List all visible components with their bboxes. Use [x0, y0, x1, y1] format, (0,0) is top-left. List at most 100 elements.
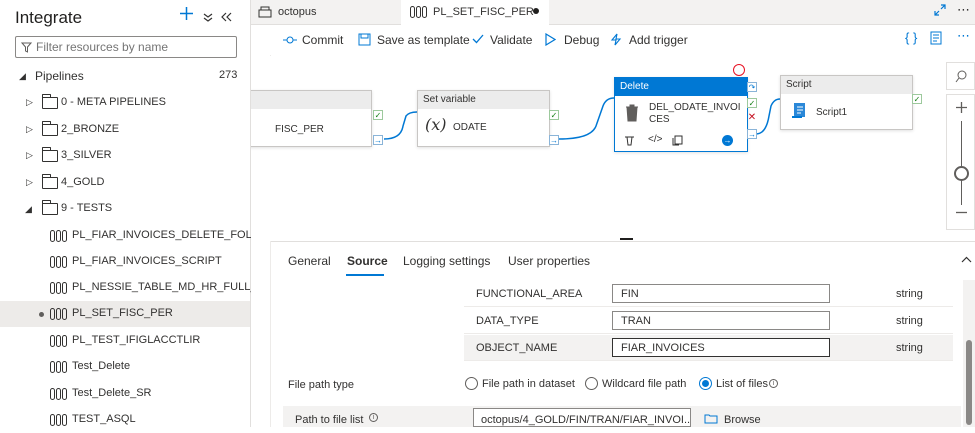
- error-indicator-icon[interactable]: [733, 64, 745, 76]
- pipeline-label: Test_Delete: [72, 360, 131, 372]
- param-value-input[interactable]: FIN: [612, 284, 830, 303]
- validate-label: Validate: [490, 33, 533, 47]
- completion-arrow-icon[interactable]: →: [549, 135, 559, 145]
- filter-input[interactable]: [15, 36, 237, 58]
- more-icon[interactable]: ⋯: [957, 2, 970, 18]
- pipeline-icon: [50, 282, 67, 294]
- activity-delete[interactable]: Delete DEL_ODATE_INVOI CES </> →: [614, 77, 748, 152]
- chevron-up-icon[interactable]: [961, 256, 972, 263]
- tab-user-properties[interactable]: User properties: [508, 254, 590, 268]
- add-icon[interactable]: [179, 6, 194, 26]
- collapse-panel-icon[interactable]: [221, 9, 232, 27]
- param-value-input[interactable]: TRAN: [612, 311, 830, 330]
- pipeline-label: PL_NESSIE_TABLE_MD_HR_FULL_...: [72, 281, 266, 293]
- zoom-slider-thumb[interactable]: [954, 166, 969, 181]
- zoom-out-icon[interactable]: [955, 211, 968, 214]
- activity-script[interactable]: Script Script1: [780, 75, 913, 130]
- search-icon: [955, 70, 967, 83]
- code-icon[interactable]: { }: [905, 30, 917, 45]
- radio-file-path-in-dataset[interactable]: [465, 377, 478, 390]
- param-value-input[interactable]: FIAR_INVOICES: [612, 338, 830, 357]
- activity-set-variable[interactable]: Set variable (𝑥) ODATE: [417, 90, 550, 147]
- folder-item[interactable]: ▷ 3_SILVER: [0, 143, 250, 169]
- activity-label: ODATE: [453, 122, 487, 133]
- path-to-file-list-input[interactable]: octopus/4_GOLD/FIN/TRAN/FIAR_INVOI...: [473, 408, 691, 427]
- param-type: string: [896, 288, 923, 300]
- path-to-file-list-label: Path to file list: [295, 414, 364, 426]
- zoom-in-icon[interactable]: [955, 101, 968, 114]
- commit-icon: [283, 36, 297, 44]
- success-check-icon[interactable]: ✓: [373, 110, 383, 120]
- pipeline-icon: [50, 361, 67, 373]
- trash-icon: [626, 104, 638, 122]
- success-check-icon[interactable]: ✓: [912, 94, 922, 104]
- folder-icon: [704, 414, 718, 424]
- failure-x-icon[interactable]: ✕: [747, 113, 757, 123]
- delete-activity-icon[interactable]: [624, 135, 635, 146]
- activity-partial[interactable]: FISC_PER: [251, 90, 372, 147]
- resource-panel: Integrate ◢ Pipelines 273 ▷ 0 - META PIP…: [0, 0, 269, 427]
- copy-icon[interactable]: [672, 135, 683, 146]
- pipeline-icon: [410, 6, 427, 18]
- pipeline-item[interactable]: Test_Delete: [0, 354, 250, 380]
- folder-item[interactable]: ▷ 0 - META PIPELINES: [0, 90, 250, 116]
- tab-pl-set-fisc-per[interactable]: PL_SET_FISC_PER: [401, 0, 549, 25]
- radio-list-of-files[interactable]: [699, 377, 712, 390]
- folder-item[interactable]: ◢ 9 - TESTS: [0, 196, 250, 222]
- info-icon[interactable]: i: [769, 379, 778, 388]
- pipeline-label: TEST_ASQL: [72, 413, 136, 425]
- pipeline-icon: [50, 414, 67, 426]
- tab-octopus[interactable]: octopus: [251, 0, 396, 25]
- completion-arrow-icon[interactable]: →: [373, 135, 383, 145]
- scrollbar-thumb[interactable]: [966, 340, 972, 425]
- skip-arrow-icon[interactable]: ↷: [747, 82, 757, 92]
- folder-icon: [42, 121, 58, 136]
- tab-general[interactable]: General: [288, 254, 331, 268]
- pipeline-item[interactable]: PL_FIAR_INVOICES_SCRIPT: [0, 249, 250, 275]
- filter-field[interactable]: [36, 40, 232, 54]
- trigger-icon: [610, 33, 622, 46]
- pipeline-item-selected[interactable]: PL_SET_FISC_PER: [0, 301, 250, 327]
- success-check-icon[interactable]: ✓: [747, 98, 757, 108]
- pipeline-item[interactable]: TEST_ASQL: [0, 407, 250, 433]
- param-row: FUNCTIONAL_AREA FIN string: [464, 281, 953, 307]
- search-canvas-button[interactable]: [946, 62, 975, 90]
- folder-item[interactable]: ▷ 4_GOLD: [0, 170, 250, 196]
- collapse-all-icon[interactable]: [203, 9, 213, 27]
- tab-logging-settings[interactable]: Logging settings: [403, 254, 490, 268]
- caret-right-icon: ▷: [26, 124, 33, 134]
- tab-bar: octopus PL_SET_FISC_PER ⋯: [251, 0, 975, 25]
- param-type: string: [896, 315, 923, 327]
- caret-down-icon: ◢: [19, 71, 26, 81]
- pipeline-item[interactable]: PL_NESSIE_TABLE_MD_HR_FULL_...: [0, 275, 266, 301]
- resize-handle[interactable]: [620, 238, 633, 240]
- folder-icon: [42, 147, 58, 162]
- code-view-icon[interactable]: </>: [648, 134, 662, 145]
- param-type: string: [896, 342, 923, 354]
- properties-icon[interactable]: [930, 31, 944, 48]
- more-icon[interactable]: ⋯: [957, 28, 970, 44]
- activity-label: FISC_PER: [275, 124, 324, 135]
- pipeline-icon: [50, 388, 67, 400]
- tab-source[interactable]: Source: [347, 254, 388, 268]
- radio-wildcard-file-path[interactable]: [585, 377, 598, 390]
- pipeline-icon: [50, 308, 67, 320]
- pipeline-item[interactable]: PL_TEST_IFIGLACCTLIR: [0, 328, 250, 354]
- info-icon[interactable]: i: [369, 413, 378, 422]
- panel-divider: [271, 241, 975, 242]
- folder-icon: [42, 94, 58, 109]
- folder-item[interactable]: ▷ 2_BRONZE: [0, 117, 250, 143]
- completion-arrow-icon[interactable]: →: [747, 129, 757, 139]
- pipeline-item[interactable]: PL_FIAR_INVOICES_DELETE_FOLD...: [0, 223, 269, 249]
- pipeline-canvas[interactable]: FISC_PER ✓ → Set variable (𝑥) ODATE ✓ → …: [251, 56, 975, 241]
- success-check-icon[interactable]: ✓: [549, 110, 559, 120]
- variable-icon: (𝑥): [425, 115, 447, 134]
- pipelines-section[interactable]: ◢ Pipelines 273: [0, 63, 250, 89]
- radio-label: List of files: [716, 378, 768, 390]
- vertical-scrollbar[interactable]: [963, 280, 975, 427]
- folder-label: 0 - META PIPELINES: [61, 96, 166, 108]
- pipeline-item[interactable]: Test_Delete_SR: [0, 381, 250, 407]
- expand-icon[interactable]: [934, 4, 946, 19]
- zoom-control[interactable]: [946, 94, 975, 230]
- go-arrow-icon[interactable]: →: [722, 135, 733, 146]
